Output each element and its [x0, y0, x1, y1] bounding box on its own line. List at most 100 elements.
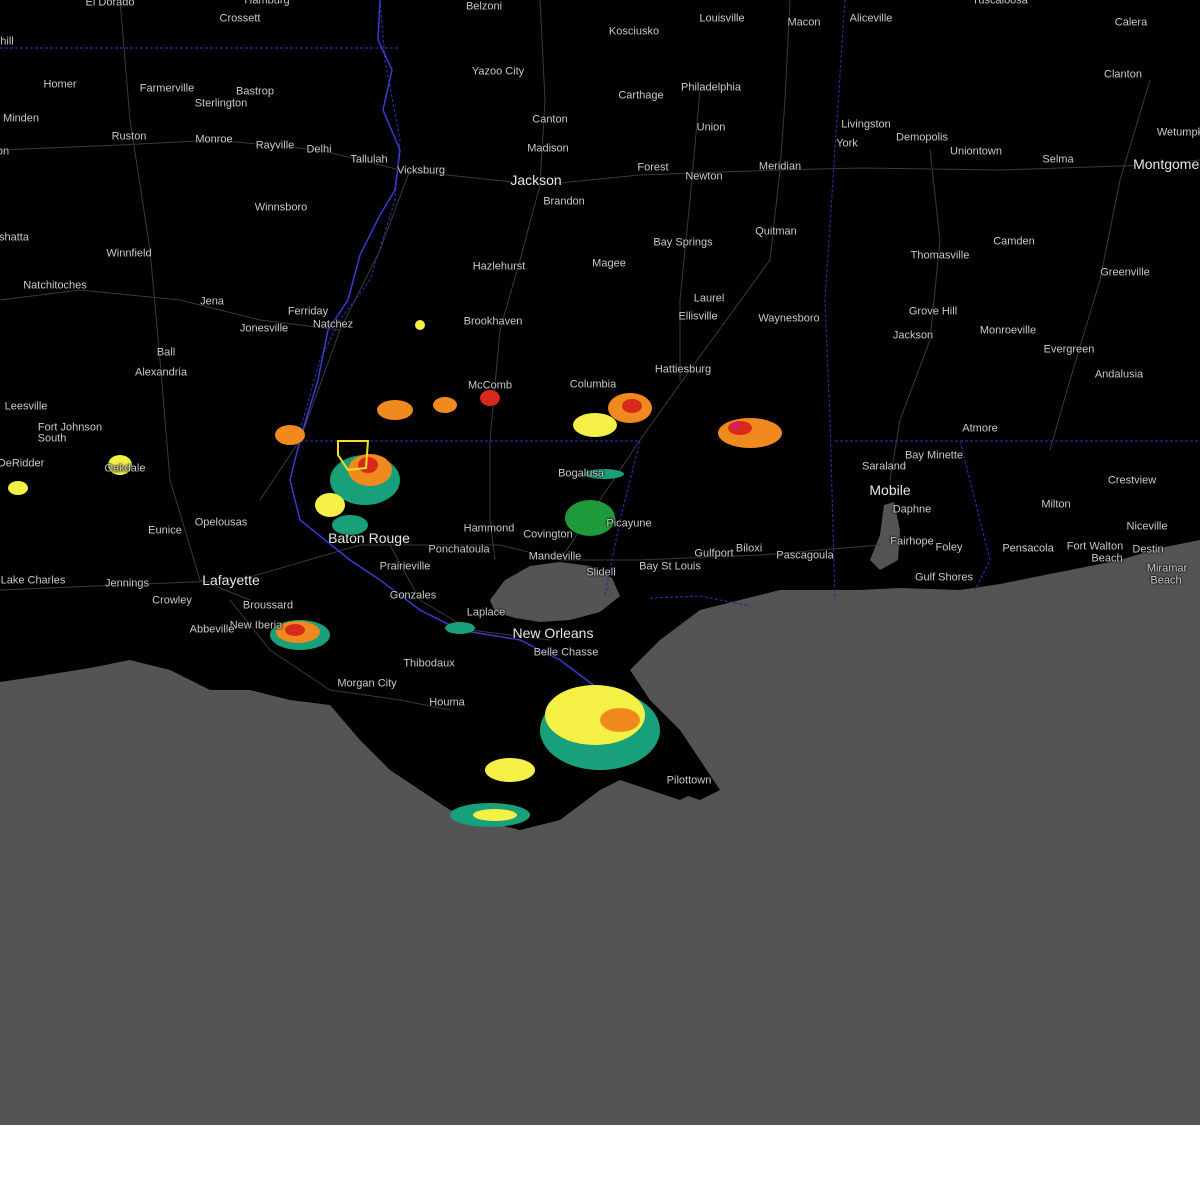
city-label: Slidell: [586, 566, 616, 579]
city-label: Tuscaloosa: [972, 0, 1028, 7]
city-label: Abbeville: [189, 623, 235, 636]
city-label: New Iberia: [229, 619, 283, 632]
city-label: Crossett: [219, 12, 261, 25]
city-label: Ball: [156, 346, 176, 359]
city-label: Laplace: [466, 606, 506, 619]
city-label: Hattiesburg: [654, 363, 712, 376]
city-label: Miramar: [1146, 562, 1188, 575]
city-label: Laurel: [693, 292, 725, 305]
city-label: shatta: [0, 231, 29, 244]
city-label: Mandeville: [528, 550, 582, 563]
city-label: Thibodaux: [403, 657, 455, 670]
city-label: Picayune: [606, 517, 652, 530]
gulf-water: [0, 540, 1200, 1125]
city-label: Fairhope: [890, 535, 934, 548]
city-label: New Orleans: [512, 625, 594, 641]
city-label: Jena: [200, 295, 224, 308]
city-label: Jackson: [892, 329, 934, 342]
city-label: Saraland: [861, 460, 907, 473]
city-label: Pascagoula: [776, 549, 834, 562]
map-canvas: [0, 0, 1200, 1125]
city-label: Canton: [532, 113, 568, 126]
radar-map[interactable]: El Dorado Crossett Belzoni Louisville Macon A…: [0, 0, 1200, 1125]
city-label: Niceville: [1126, 520, 1168, 533]
city-label: Oakdale: [104, 462, 146, 475]
city-label: Winnfield: [106, 247, 152, 260]
city-label: Camden: [993, 235, 1035, 248]
city-label: Eunice: [148, 524, 182, 537]
city-label: Evergreen: [1043, 343, 1095, 356]
city-label: Grove Hill: [908, 305, 958, 318]
city-label: Brandon: [543, 195, 585, 208]
city-label: Jackson: [510, 172, 562, 188]
city-label: Demopolis: [896, 131, 948, 144]
city-label: Delhi: [306, 143, 332, 156]
city-label: Philadelphia: [681, 81, 741, 94]
city-label: Natchitoches: [23, 279, 87, 292]
city-label: Belle Chasse: [533, 646, 599, 659]
city-label: Thomasville: [910, 249, 970, 262]
city-label: Belzoni: [465, 0, 503, 13]
city-label: Ruston: [111, 130, 147, 143]
city-label: Gonzales: [389, 589, 437, 602]
city-label: Calera: [1114, 16, 1148, 29]
city-label: Bogalusa: [558, 467, 604, 480]
city-label: Mobile: [869, 482, 911, 498]
city-label: Montgomery: [1133, 156, 1200, 172]
city-label: Columbia: [569, 378, 617, 391]
city-label: Bay Minette: [904, 449, 964, 462]
city-label: El Dorado: [85, 0, 135, 9]
city-label: Aliceville: [849, 12, 893, 25]
city-label: on: [0, 145, 10, 158]
city-label: DeRidder: [0, 457, 45, 470]
city-label: Jennings: [104, 577, 150, 590]
city-label: Louisville: [699, 12, 745, 25]
city-label: Lafayette: [202, 572, 260, 588]
city-label: Winnsboro: [254, 201, 308, 214]
city-label: Andalusia: [1094, 368, 1144, 381]
city-label: Prairieville: [379, 560, 431, 573]
city-label: Newton: [685, 170, 723, 183]
city-label: Ferriday: [287, 305, 329, 318]
city-label: Macon: [787, 16, 821, 29]
city-label: Ellisville: [678, 310, 718, 323]
city-label: Meridian: [758, 160, 802, 173]
city-label: Hamburg: [244, 0, 290, 7]
city-label: Beach: [1150, 574, 1182, 587]
city-label: Alexandria: [135, 366, 187, 379]
city-label: York: [836, 137, 858, 150]
city-label: Hammond: [463, 522, 515, 535]
city-label: Crowley: [152, 594, 192, 607]
city-label: Clanton: [1104, 68, 1142, 81]
city-label: Gulfport: [694, 547, 734, 560]
city-label: Fort Walton: [1066, 540, 1124, 553]
city-label: Bay Springs: [653, 236, 713, 249]
city-label: Crestview: [1107, 474, 1157, 487]
city-label: Uniontown: [950, 145, 1002, 158]
city-label: Monroeville: [979, 324, 1037, 337]
city-label: Kosciusko: [608, 25, 660, 38]
city-label: Biloxi: [735, 542, 763, 555]
city-label: Natchez: [312, 318, 354, 331]
city-label: Pensacola: [1002, 542, 1054, 555]
city-label: Rayville: [255, 139, 295, 152]
city-label: Farmerville: [139, 82, 195, 95]
city-label: Broussard: [242, 599, 294, 612]
city-label: Forest: [637, 161, 669, 174]
city-label: Foley: [935, 541, 963, 554]
city-label: Pilottown: [666, 774, 712, 787]
city-label: Monroe: [195, 133, 233, 146]
city-label: Carthage: [618, 89, 664, 102]
city-label: Leesville: [4, 400, 48, 413]
city-label: Waynesboro: [758, 312, 820, 325]
city-label: Morgan City: [337, 677, 397, 690]
city-label: Daphne: [892, 503, 932, 516]
city-label: Lake Charles: [0, 574, 66, 587]
city-label: South: [37, 432, 67, 445]
city-label: Jonesville: [239, 322, 289, 335]
city-label: Hazlehurst: [472, 260, 526, 273]
city-label: Gulf Shores: [914, 571, 974, 584]
city-label: Greenville: [1100, 266, 1150, 279]
city-label: Houma: [429, 696, 465, 709]
city-label: Livingston: [841, 118, 891, 131]
